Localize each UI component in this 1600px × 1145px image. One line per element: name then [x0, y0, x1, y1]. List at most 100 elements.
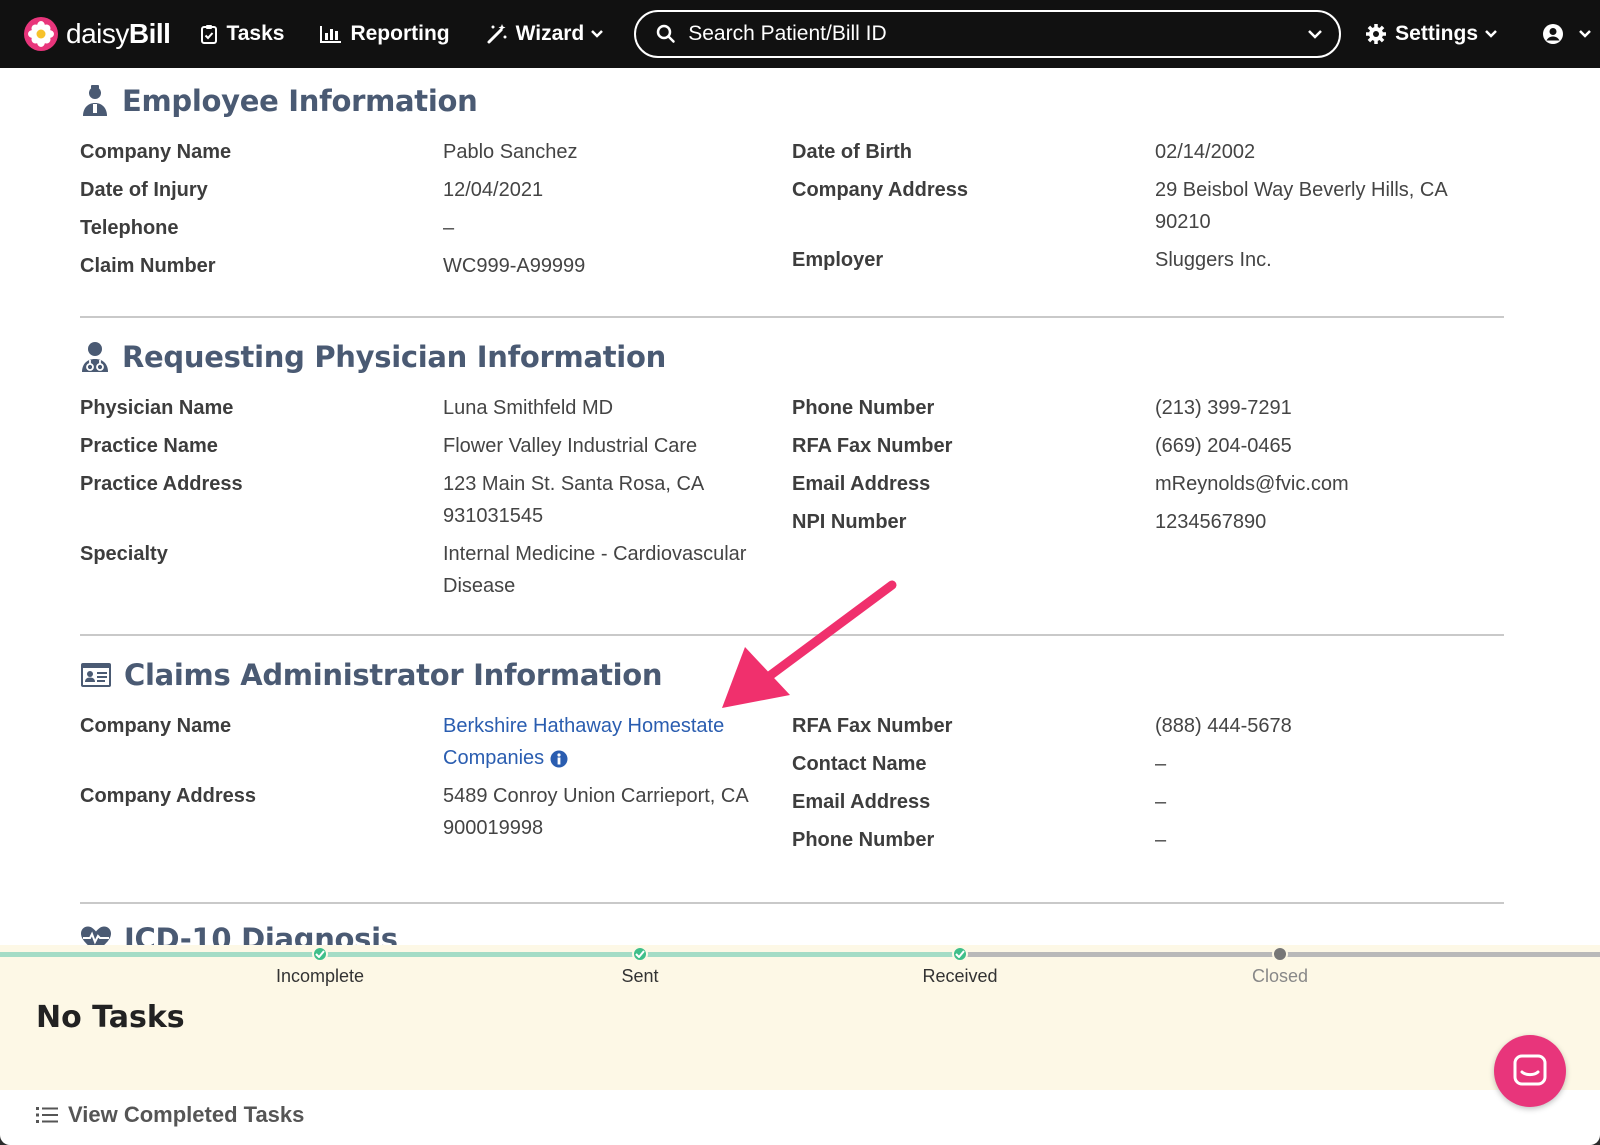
field-label: Telephone: [80, 217, 179, 239]
field-label: Phone Number: [792, 829, 935, 851]
status-step-received: Received: [880, 945, 1040, 987]
status-step-label: Closed: [1251, 966, 1309, 986]
magic-wand-icon: [487, 24, 507, 44]
employee-section-header: Employee Information: [80, 70, 1504, 132]
physician-section-header: Requesting Physician Information: [80, 326, 1504, 388]
list-icon: [36, 1107, 58, 1123]
field-value: (888) 444-5678: [1155, 715, 1292, 737]
field-label: Phone Number: [792, 397, 935, 419]
chevron-down-icon: [591, 30, 604, 38]
status-step-label: Received: [922, 966, 998, 986]
field-label: Contact Name: [792, 753, 927, 775]
tasks-panel: Incomplete Sent Received Closed No Tasks: [0, 945, 1600, 1090]
brand-home-link[interactable]: daisyBill: [24, 17, 171, 51]
field-value: Luna Smithfeld MD: [443, 397, 614, 419]
brand-name-bold: Bill: [128, 18, 171, 49]
info-row: Date of Birth 02/14/2002: [792, 136, 1504, 168]
physician-section-title: Requesting Physician Information: [122, 340, 666, 374]
info-row: Email Address mReynolds@fvic.com: [792, 468, 1504, 500]
info-row: Practice Address 123 Main St. Santa Rosa,…: [80, 468, 792, 532]
field-label: Date of Birth: [792, 141, 912, 163]
nav-user-menu[interactable]: [1542, 23, 1600, 45]
pending-dot-icon: [1272, 946, 1288, 962]
nav-settings-dropdown[interactable]: Settings: [1365, 22, 1506, 46]
info-row: Claim Number WC999-A99999: [80, 250, 792, 282]
info-row: Phone Number (213) 399-7291: [792, 392, 1504, 424]
field-value: mReynolds@fvic.com: [1155, 473, 1349, 495]
section-divider: [80, 316, 1504, 318]
physician-left-column: Physician Name Luna Smithfeld MD Practice…: [80, 392, 792, 608]
employee-left-column: Company Name Pablo Sanchez Date of Injury…: [80, 136, 792, 288]
status-step-closed: Closed: [1200, 945, 1360, 987]
info-row: Company Name Pablo Sanchez: [80, 136, 792, 168]
employee-right-column: Date of Birth 02/14/2002 Company Address 2…: [792, 136, 1504, 288]
nav-reporting[interactable]: Reporting: [320, 22, 450, 46]
nav-settings-label: Settings: [1395, 22, 1478, 45]
progress-track-complete: [0, 952, 960, 957]
info-row: Specialty Internal Medicine - Cardiovascu…: [80, 538, 792, 602]
field-label: Practice Name: [80, 435, 218, 457]
field-label: Email Address: [792, 473, 931, 495]
claims-admin-left-column: Company Name Berkshire Hathaway Homestat…: [80, 710, 792, 862]
field-value: 5489 Conroy Union Carrieport, CA 9000199…: [443, 785, 748, 839]
info-row: Physician Name Luna Smithfeld MD: [80, 392, 792, 424]
view-completed-tasks-link[interactable]: View Completed Tasks: [36, 1102, 304, 1128]
status-step-label: Incomplete: [275, 966, 365, 986]
nav-tasks-label: Tasks: [226, 22, 285, 45]
field-value: 1234567890: [1155, 511, 1267, 533]
field-value: Flower Valley Industrial Care: [443, 435, 698, 457]
daisy-logo-icon: [24, 17, 58, 51]
info-row: Employer Sluggers Inc.: [792, 244, 1504, 276]
field-value: –: [1155, 829, 1167, 851]
field-label: NPI Number: [792, 511, 907, 533]
info-row: Contact Name –: [792, 748, 1504, 780]
nav-wizard-dropdown[interactable]: Wizard: [486, 22, 613, 46]
claims-admin-right-column: RFA Fax Number (888) 444-5678 Contact Nam…: [792, 710, 1504, 862]
field-value: WC999-A99999: [443, 255, 586, 277]
info-circle-icon[interactable]: [550, 750, 568, 768]
app-window: daisyBill Tasks Reporting Wizard Setting…: [0, 0, 1600, 1145]
chat-launcher-button[interactable]: [1494, 1035, 1566, 1107]
search-input[interactable]: [688, 22, 1308, 46]
field-value: 12/04/2021: [443, 179, 544, 201]
field-label: Specialty: [80, 543, 168, 565]
field-value: –: [1155, 791, 1167, 813]
user-circle-icon: [1543, 24, 1563, 44]
physician-icon: [82, 342, 108, 372]
chevron-down-icon: [1485, 30, 1497, 38]
field-label: Physician Name: [80, 397, 234, 419]
field-label: Claim Number: [80, 255, 216, 277]
info-row: Company Name Berkshire Hathaway Homestat…: [80, 710, 792, 774]
field-label: Company Name: [80, 715, 232, 737]
field-value: 123 Main St. Santa Rosa, CA 931031545: [443, 473, 704, 527]
field-label: Company Name: [80, 141, 232, 163]
no-tasks-heading: No Tasks: [36, 1000, 185, 1035]
check-circle-icon: [312, 946, 328, 962]
nav-wizard-label: Wizard: [515, 22, 585, 45]
patient-bill-search[interactable]: [634, 10, 1342, 58]
nav-reporting-label: Reporting: [350, 22, 450, 45]
check-circle-icon: [952, 946, 968, 962]
info-row: Practice Name Flower Valley Industrial Ca…: [80, 430, 792, 462]
claims-admin-company-link[interactable]: Berkshire Hathaway Homestate Companies: [443, 715, 724, 769]
chevron-down-icon[interactable]: [1307, 28, 1323, 40]
field-label: Date of Injury: [80, 179, 208, 201]
check-circle-icon: [632, 946, 648, 962]
employee-icon: [83, 85, 107, 116]
info-row: Company Address 29 Beisbol Way Beverly Hi…: [792, 174, 1504, 238]
field-label: Company Address: [792, 179, 968, 201]
chat-icon: [1513, 1054, 1547, 1086]
field-value: Sluggers Inc.: [1155, 249, 1272, 271]
field-label: Email Address: [792, 791, 931, 813]
info-row: Phone Number –: [792, 824, 1504, 856]
status-step-sent: Sent: [560, 945, 720, 987]
nav-tasks[interactable]: Tasks: [200, 22, 284, 46]
top-navbar: daisyBill Tasks Reporting Wizard Setting…: [0, 0, 1600, 68]
field-value: 29 Beisbol Way Beverly Hills, CA 90210: [1155, 179, 1447, 233]
field-label: RFA Fax Number: [792, 435, 953, 457]
claims-admin-section-title: Claims Administrator Information: [124, 658, 663, 692]
employee-section-title: Employee Information: [122, 84, 478, 118]
field-value: (213) 399-7291: [1155, 397, 1292, 419]
id-card-icon: [81, 663, 111, 687]
claims-admin-info-grid: Company Name Berkshire Hathaway Homestat…: [80, 710, 1504, 862]
